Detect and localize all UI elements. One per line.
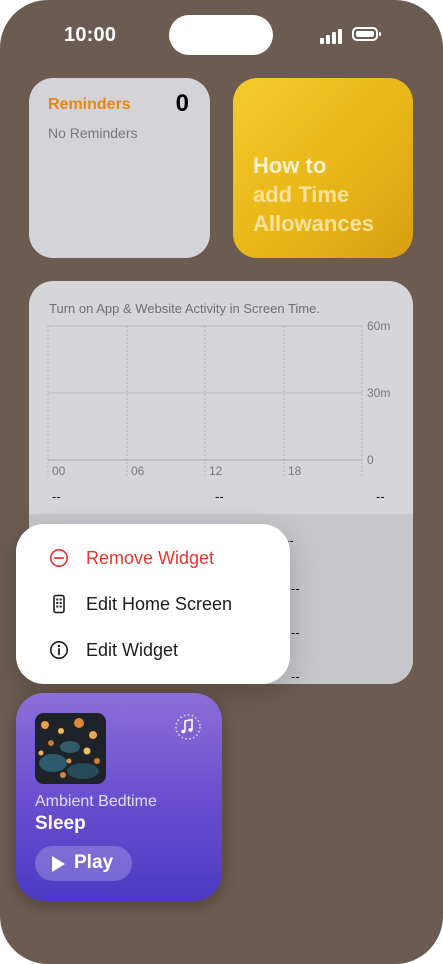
tips-text: How to add Time Allowances (253, 151, 403, 238)
summary-value-2: -- (215, 489, 224, 504)
music-widget[interactable]: Ambient Bedtime Sleep Play (16, 693, 222, 901)
playlist-title: Sleep (35, 813, 86, 834)
screen-time-chart: 60m 30m 0 00 06 12 18 (47, 319, 390, 478)
widget-context-menu: Remove Widget Edit Home Screen Edit Widg… (16, 524, 290, 684)
edit-home-screen-label: Edit Home Screen (86, 593, 233, 614)
x-label-06: 06 (131, 464, 145, 478)
app-usage-value-4: -- (291, 669, 300, 684)
summary-value-1: -- (52, 489, 61, 504)
tips-line-1: How to (253, 153, 327, 178)
reminders-count: 0 (175, 90, 189, 117)
album-artwork (35, 713, 106, 784)
app-usage-value-3: -- (291, 625, 300, 640)
x-label-12: 12 (209, 464, 223, 478)
edit-widget-label: Edit Widget (86, 639, 179, 660)
summary-value-3: -- (376, 489, 385, 504)
y-label-0: 0 (367, 453, 374, 467)
play-icon (52, 856, 65, 872)
home-screen: 10:00 Reminders 0 No Reminders How to ad… (0, 0, 443, 964)
remove-widget-label: Remove Widget (86, 547, 215, 568)
remove-widget-button[interactable]: Remove Widget (16, 536, 290, 580)
app-usage-value-2: -- (291, 581, 300, 596)
play-button[interactable]: Play (35, 846, 132, 881)
battery-icon (352, 27, 381, 41)
playlist-subtitle: Ambient Bedtime (35, 793, 157, 810)
reminders-title: Reminders (48, 96, 131, 113)
reminders-widget[interactable]: Reminders 0 No Reminders (29, 78, 210, 258)
info-circle-icon (49, 640, 69, 660)
x-label-18: 18 (288, 464, 302, 478)
cellular-signal-icon (320, 28, 342, 44)
reminders-empty-text: No Reminders (48, 125, 138, 141)
minus-circle-icon (49, 548, 69, 568)
y-label-60m: 60m (367, 319, 390, 333)
status-time: 10:00 (64, 24, 117, 46)
y-label-30m: 30m (367, 386, 390, 400)
tips-line-2: add Time (253, 182, 350, 207)
music-note-icon (174, 713, 202, 741)
play-label: Play (74, 852, 114, 873)
tips-widget[interactable]: How to add Time Allowances (233, 78, 413, 258)
edit-home-screen-button[interactable]: Edit Home Screen (16, 582, 290, 626)
x-label-00: 00 (52, 464, 66, 478)
dynamic-island (169, 15, 273, 55)
phone-apps-icon (49, 594, 69, 614)
edit-widget-button[interactable]: Edit Widget (16, 628, 290, 672)
tips-line-3: Allowances (253, 211, 375, 236)
